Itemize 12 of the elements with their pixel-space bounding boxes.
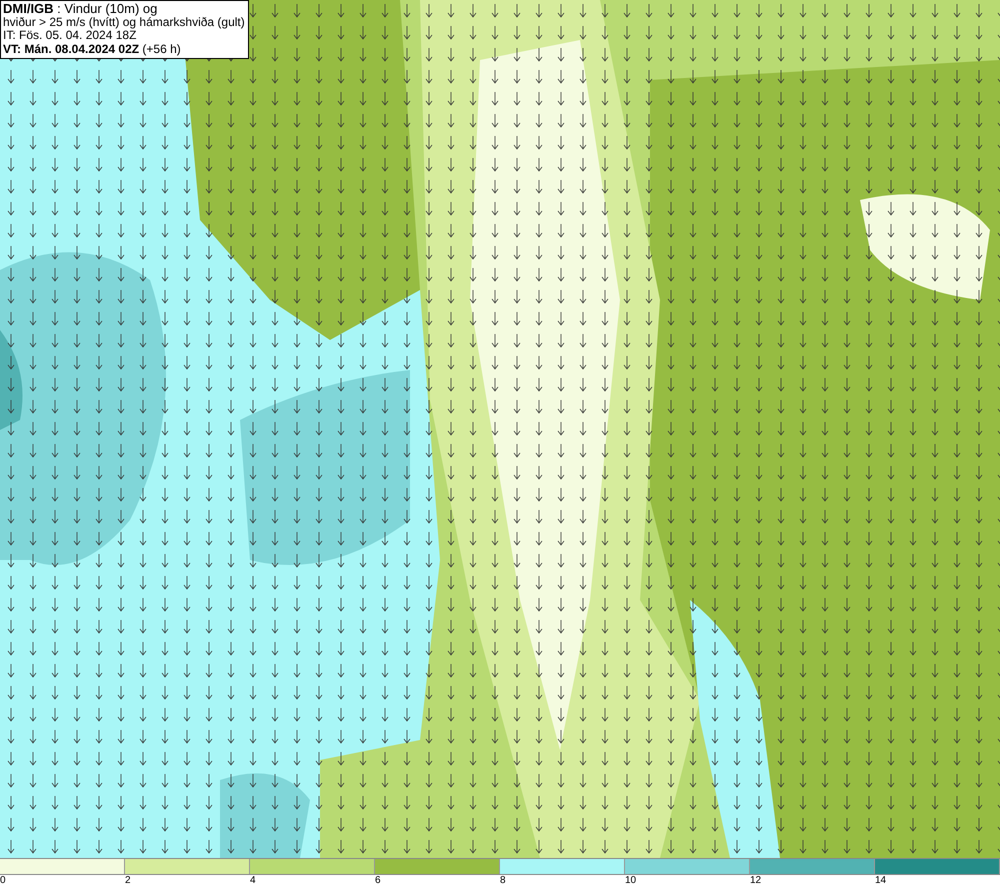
info-line: DMI/IGB : Vindur (10m) og [3,2,158,16]
legend-label: 14 [875,875,886,887]
legend-label: 2 [125,875,131,887]
info-line: VT: Mán. 08.04.2024 02Z (+56 h) [3,42,182,56]
legend-label: 0 [0,875,6,887]
legend-label: 10 [625,875,636,887]
info-line: IT: Fös. 05. 04. 2024 18Z [3,29,138,42]
legend-label: 12 [750,875,762,887]
legend-label: 8 [500,875,506,887]
info-line: hviður > 25 m/s (hvítt) og hámarkshviða (gult) [3,16,245,29]
legend-label: 6 [375,875,381,887]
legend-label: 4 [250,875,256,887]
